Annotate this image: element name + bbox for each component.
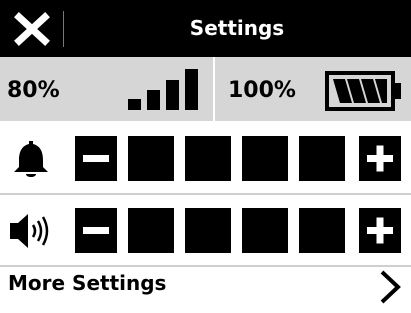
- battery-percentage: 100%: [228, 78, 296, 103]
- more-settings-label: More Settings: [8, 271, 167, 295]
- close-button[interactable]: [14, 12, 50, 46]
- ringer-level-segment: [185, 136, 231, 181]
- ringer-level-segment: [128, 136, 174, 181]
- status-divider: [213, 57, 215, 121]
- plus-icon: [367, 145, 393, 172]
- close-x-icon: [14, 12, 50, 46]
- speaker-volume-icon: [8, 211, 54, 251]
- volume-level-segment: [185, 208, 231, 253]
- ringer-level-segment: [242, 136, 288, 181]
- plus-icon: [367, 217, 393, 244]
- battery-full-icon: [325, 71, 405, 111]
- header-bar: Settings: [0, 0, 411, 57]
- volume-level-segment: [242, 208, 288, 253]
- status-row: 80% 100%: [0, 57, 411, 123]
- more-settings-row[interactable]: More Settings: [0, 267, 411, 313]
- volume-level-segment: [299, 208, 345, 253]
- signal-percentage: 80%: [7, 78, 60, 103]
- volume-control-row: [0, 195, 411, 267]
- volume-increase-button[interactable]: [359, 208, 401, 253]
- ringer-level-segment: [299, 136, 345, 181]
- page-title: Settings: [189, 16, 285, 40]
- bell-icon: [8, 139, 54, 179]
- volume-level-segment: [128, 208, 174, 253]
- ringer-decrease-button[interactable]: [75, 136, 117, 181]
- ringer-increase-button[interactable]: [359, 136, 401, 181]
- minus-icon: [83, 155, 109, 162]
- ringer-control-row: [0, 123, 411, 195]
- signal-strength-icon: [128, 69, 204, 113]
- volume-decrease-button[interactable]: [75, 208, 117, 253]
- chevron-right-icon: [378, 269, 402, 305]
- minus-icon: [83, 227, 109, 234]
